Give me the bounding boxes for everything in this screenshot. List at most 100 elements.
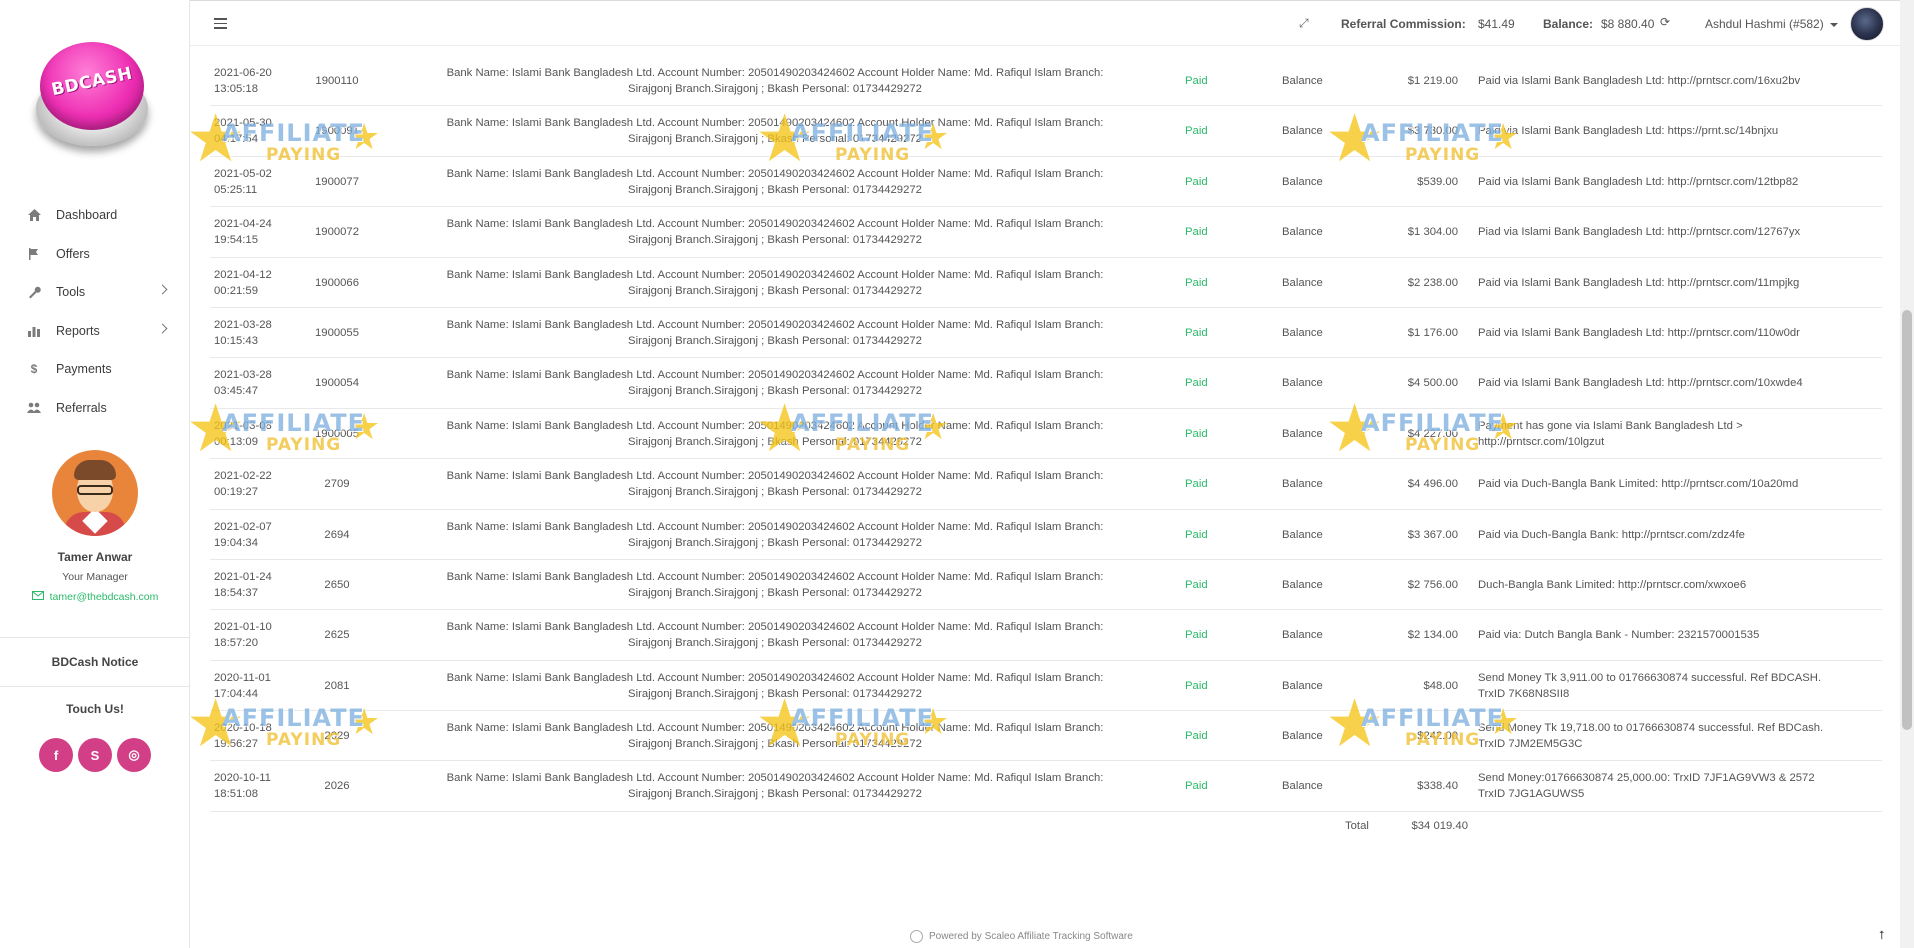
status-badge: Paid	[1185, 528, 1208, 541]
type-cell: Balance	[1282, 226, 1323, 239]
facebook-icon[interactable]: f	[39, 738, 73, 772]
wrench-icon	[26, 284, 42, 300]
table-row: 2021-04-12 00:21:59 1900066 Bank Name: Isla…	[210, 258, 1882, 308]
table-row: 2021-06-20 13:05:18 1900110 Bank Name: Isla…	[210, 56, 1882, 107]
menu-toggle-icon[interactable]	[214, 18, 227, 29]
comment-line: Paid via Duch-Bangla Bank Limited: http:…	[1478, 478, 1799, 491]
sidebar-item-label: Dashboard	[56, 208, 118, 223]
status-badge: Paid	[1185, 478, 1208, 491]
footer: Powered by Scaleo Affiliate Tracking Sof…	[910, 930, 1133, 943]
sidebar-item-dashboard[interactable]: Dashboard	[0, 196, 190, 235]
refresh-icon[interactable]: ⟳	[1660, 15, 1670, 29]
status-badge: Paid	[1185, 326, 1208, 339]
sidebar-item-tools[interactable]: Tools	[0, 273, 190, 312]
comment-line: http://prntscr.com/10lgzut	[1478, 435, 1605, 448]
status-badge: Paid	[1185, 578, 1208, 591]
manager-email-link[interactable]: tamer@thebdcash.com	[0, 591, 190, 603]
sidebar-item-label: Tools	[56, 285, 86, 300]
instagram-icon[interactable]: ◎	[117, 738, 151, 772]
notice-heading[interactable]: BDCash Notice	[0, 655, 190, 669]
payment-info-line: Bank Name: Islami Bank Bangladesh Ltd. A…	[446, 369, 1104, 382]
footer-text[interactable]: Powered by Scaleo Affiliate Tracking Sof…	[929, 931, 1133, 942]
manager-avatar	[52, 450, 138, 536]
scaleo-logo-icon	[910, 930, 923, 943]
comment-cell: Paid via: Dutch Bangla Bank - Number: 23…	[1478, 610, 1878, 660]
payment-info-line: Sirajgonj Branch.Sirajgonj ; Bkash Perso…	[628, 637, 922, 650]
type-cell: Balance	[1282, 528, 1323, 541]
payment-info-line: Bank Name: Islami Bank Bangladesh Ltd. A…	[446, 419, 1104, 432]
payment-info-line: Bank Name: Islami Bank Bangladesh Ltd. A…	[446, 570, 1104, 583]
sidebar-item-referrals[interactable]: Referrals	[0, 389, 190, 428]
status-badge: Paid	[1185, 780, 1208, 793]
payment-info-line: Sirajgonj Branch.Sirajgonj ; Bkash Perso…	[628, 83, 922, 95]
status-badge: Paid	[1185, 175, 1208, 188]
brand-logo[interactable]: BDCASH	[30, 32, 154, 156]
payments-table: 2021-06-20 13:05:18 1900110 Bank Name: Isla…	[210, 56, 1882, 812]
status-badge: Paid	[1185, 75, 1208, 87]
scroll-top-icon[interactable]: ⭡	[1879, 928, 1885, 943]
fullscreen-icon[interactable]: ⤢	[1299, 16, 1309, 31]
type-cell: Balance	[1282, 679, 1323, 692]
amount-cell: $1 176.00	[1407, 326, 1458, 339]
comment-cell: Paid via Duch-Bangla Bank: http://prntsc…	[1478, 510, 1878, 560]
comment-line: Send Money Tk 19,718.00 to 01766630874 s…	[1478, 722, 1824, 735]
status-badge: Paid	[1185, 679, 1208, 692]
table-row: 2021-02-07 19:04:34 2694 Bank Name: Islami …	[210, 510, 1882, 560]
status-badge: Paid	[1185, 427, 1208, 440]
sidebar-item-offers[interactable]: Offers	[0, 235, 190, 274]
type-cell: Balance	[1282, 478, 1323, 491]
divider	[0, 637, 190, 638]
status-badge: Paid	[1185, 730, 1208, 743]
comment-cell: Payment has gone via Islami Bank Banglad…	[1478, 418, 1878, 450]
scrollbar-thumb[interactable]	[1902, 310, 1912, 730]
user-avatar[interactable]	[1850, 7, 1884, 41]
payment-info-line: Bank Name: Islami Bank Bangladesh Ltd. A…	[446, 470, 1104, 483]
sidebar-nav: Dashboard Offers Tools Reports $ Payment…	[0, 196, 190, 427]
skype-icon[interactable]: S	[78, 738, 112, 772]
comment-line: Send Money:01766630874 25,000.00: TrxID …	[1478, 772, 1815, 785]
payment-info-cell: Bank Name: Islami Bank Bangladesh Ltd. A…	[410, 65, 1140, 97]
payment-info-line: Sirajgonj Branch.Sirajgonj ; Bkash Perso…	[628, 738, 922, 751]
payment-id-cell: 1900054	[315, 377, 359, 390]
caret-down-icon[interactable]	[1830, 23, 1838, 27]
table-row: 2020-10-18 19:56:27 2029 Bank Name: Islami …	[210, 711, 1882, 762]
scrollbar[interactable]	[1900, 0, 1914, 948]
comment-line: Paid via Islami Bank Bangladesh Ltd: htt…	[1478, 75, 1801, 87]
sidebar-item-payments[interactable]: $ Payments	[0, 350, 190, 389]
payment-info-line: Sirajgonj Branch.Sirajgonj ; Bkash Perso…	[628, 536, 922, 549]
table-row: 2021-04-24 19:54:15 1900072 Bank Name: Isla…	[210, 207, 1882, 258]
status-badge: Paid	[1185, 276, 1208, 289]
comment-cell: Duch-Bangla Bank Limited: http://prntscr…	[1478, 560, 1878, 610]
comment-cell: Paid via Islami Bank Bangladesh Ltd: htt…	[1478, 358, 1878, 408]
sidebar-item-reports[interactable]: Reports	[0, 312, 190, 351]
comment-line: Send Money Tk 3,911.00 to 01766630874 su…	[1478, 671, 1822, 684]
comment-line: Duch-Bangla Bank Limited: http://prntscr…	[1478, 578, 1747, 591]
sidebar: BDCASH Dashboard Offers Tools Reports $ …	[0, 0, 190, 948]
type-cell: Balance	[1282, 578, 1323, 591]
payment-info-line: Bank Name: Islami Bank Bangladesh Ltd. A…	[446, 117, 1104, 130]
user-menu[interactable]: Ashdul Hashmi (#582)	[1705, 17, 1824, 31]
table-row: 2021-02-22 00:19:27 2709 Bank Name: Islami …	[210, 459, 1882, 510]
amount-cell: $2 756.00	[1407, 578, 1458, 591]
payment-info-cell: Bank Name: Islami Bank Bangladesh Ltd. A…	[410, 619, 1140, 651]
table-row: 2021-03-08 00:13:09 1900005 Bank Name: Isla…	[210, 409, 1882, 460]
manager-card: Tamer Anwar Your Manager tamer@thebdcash…	[0, 450, 190, 603]
payment-info-cell: Bank Name: Islami Bank Bangladesh Ltd. A…	[410, 216, 1140, 248]
amount-cell: $1 219.00	[1407, 75, 1458, 87]
amount-cell: $4 500.00	[1407, 377, 1458, 390]
payment-info-cell: Bank Name: Islami Bank Bangladesh Ltd. A…	[410, 166, 1140, 198]
comment-cell: Paid via Islami Bank Bangladesh Ltd: htt…	[1478, 56, 1878, 106]
type-cell: Balance	[1282, 377, 1323, 390]
payment-info-line: Sirajgonj Branch.Sirajgonj ; Bkash Perso…	[628, 133, 922, 146]
amount-cell: $2 134.00	[1407, 629, 1458, 642]
comment-line: Paid via Islami Bank Bangladesh Ltd: htt…	[1478, 125, 1779, 138]
payment-info-line: Bank Name: Islami Bank Bangladesh Ltd. A…	[446, 67, 1104, 79]
payment-info-cell: Bank Name: Islami Bank Bangladesh Ltd. A…	[410, 720, 1140, 752]
users-icon	[26, 400, 42, 416]
payment-info-line: Sirajgonj Branch.Sirajgonj ; Bkash Perso…	[628, 435, 922, 448]
type-cell: Balance	[1282, 780, 1323, 793]
payment-id-cell: 2029	[324, 730, 350, 743]
payment-info-line: Sirajgonj Branch.Sirajgonj ; Bkash Perso…	[628, 586, 922, 599]
dollar-icon: $	[30, 362, 38, 377]
amount-cell: $1 304.00	[1407, 226, 1458, 239]
